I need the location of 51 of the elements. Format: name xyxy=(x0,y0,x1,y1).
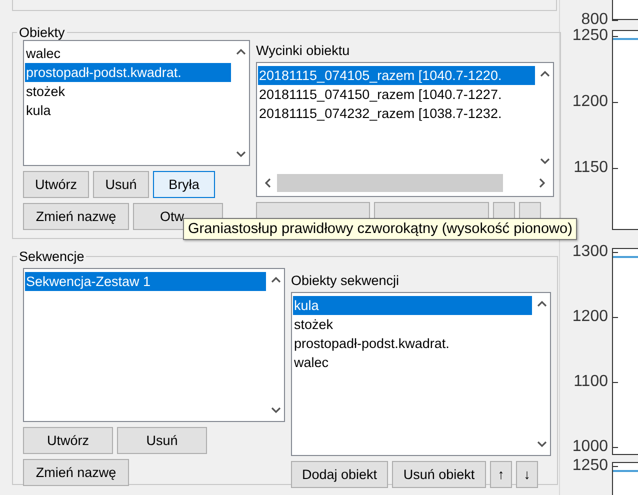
button[interactable]: Bryła xyxy=(153,171,215,198)
scroll-up-icon[interactable] xyxy=(540,71,550,77)
tick-label: 1250 xyxy=(571,457,608,475)
list-item[interactable]: stożek xyxy=(293,315,532,334)
list-item[interactable]: kula xyxy=(25,101,231,120)
scrollbar-thumb[interactable] xyxy=(277,174,503,192)
group-title: Obiekty xyxy=(18,25,66,40)
list-item[interactable]: Sekwencja-Zestaw 1 xyxy=(25,272,266,291)
tick-label: 1200 xyxy=(571,308,608,326)
tick-label: 1100 xyxy=(572,373,608,391)
button[interactable]: Utwórz xyxy=(23,171,89,198)
button[interactable]: Usuń xyxy=(93,171,149,198)
button[interactable]: Zmień nazwę xyxy=(23,203,129,230)
data-line xyxy=(613,256,638,258)
list-item[interactable]: stożek xyxy=(25,82,231,101)
scroll-up-icon[interactable] xyxy=(270,277,280,283)
scroll-right-icon[interactable] xyxy=(539,178,545,188)
scroll-down-icon[interactable] xyxy=(536,441,546,447)
list-item[interactable]: 20181115_074105_razem [1040.7-1220. xyxy=(258,66,535,85)
tick-label: 1000 xyxy=(571,438,608,456)
list-item[interactable]: walec xyxy=(293,353,532,372)
tick-label: 1300 xyxy=(571,243,608,261)
data-line xyxy=(613,38,638,40)
button[interactable]: Usuń xyxy=(117,427,207,454)
scroll-down-icon[interactable] xyxy=(236,151,246,157)
tooltip: Graniastosłup prawidłowy czworokątny (wysokość pionowo) xyxy=(183,218,578,240)
tick-label: 800 xyxy=(580,11,608,28)
scroll-left-icon[interactable] xyxy=(265,178,271,188)
data-line xyxy=(613,470,638,472)
button[interactable]: Utwórz xyxy=(23,427,113,454)
sequence-objects-label: Obiekty sekwencji xyxy=(291,272,400,290)
scroll-down-icon[interactable] xyxy=(270,407,280,413)
scroll-up-icon[interactable] xyxy=(536,301,546,307)
button[interactable]: ↑ xyxy=(490,461,512,488)
button[interactable]: Usuń obiekt xyxy=(392,461,486,488)
scroll-down-icon[interactable] xyxy=(540,158,550,164)
group-title: Sekwencje xyxy=(18,249,86,264)
list-item[interactable]: walec xyxy=(25,44,231,63)
button[interactable]: ↓ xyxy=(516,461,538,488)
list-item[interactable]: kula xyxy=(293,296,532,315)
list-item[interactable]: 20181115_074232_razem [1038.7-1232. xyxy=(258,104,535,123)
tick-label: 1200 xyxy=(571,93,608,111)
scroll-up-icon[interactable] xyxy=(236,49,246,55)
list-item[interactable]: 20181115_074150_razem [1040.7-1227. xyxy=(258,85,535,104)
slices-label: Wycinki obiektu xyxy=(256,42,351,60)
list-item[interactable]: prostopadł-podst.kwadrat. xyxy=(293,334,532,353)
button[interactable]: Dodaj obiekt xyxy=(291,461,388,488)
list-item[interactable]: prostopadł-podst.kwadrat. xyxy=(25,63,231,82)
tick-label: 1250 xyxy=(571,27,608,45)
button[interactable]: Zmień nazwę xyxy=(23,459,129,486)
tick-label: 1150 xyxy=(572,159,608,177)
